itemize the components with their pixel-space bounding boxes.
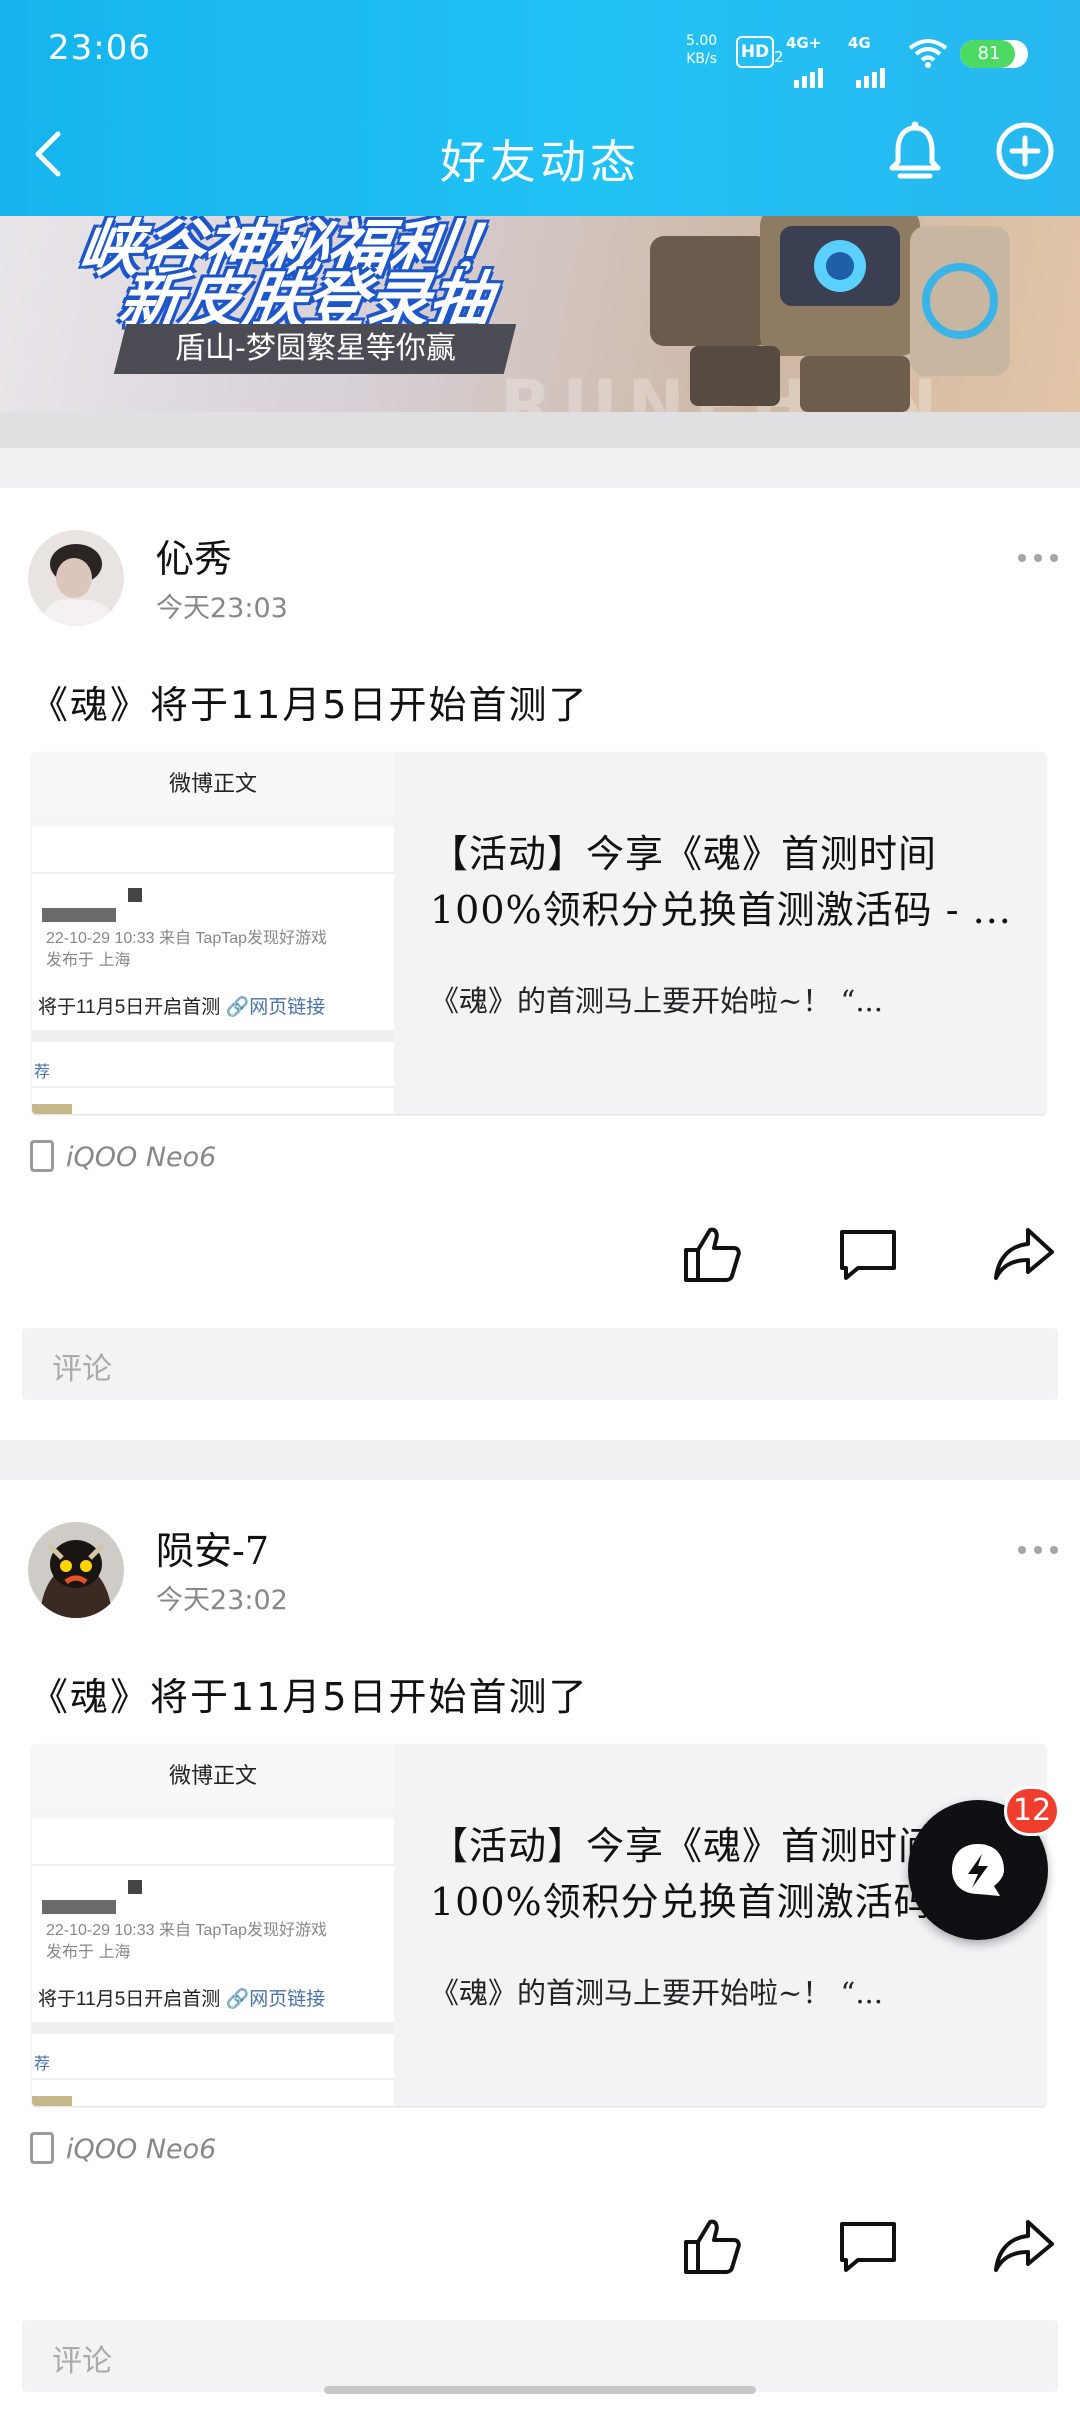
feed-post: 伈秀 今天23:03 《魂》将于11月5日开始首测了 微博正文 22-10-29… [0,488,1080,1440]
more-icon[interactable] [1018,1540,1066,1560]
link-card-title-line2: 100%领积分兑换首测激活码 - ... [430,888,1012,932]
share-icon[interactable] [992,1222,1056,1286]
device-name: iQOO Neo6 [66,2134,217,2165]
hd-voice-icon: HD [736,36,774,68]
post-time: 今天23:03 [156,593,288,624]
device-icon [30,1140,54,1172]
thumb-body-text: 将于11月5日开启首测 [38,1989,221,2010]
thumb-link: 🔗网页链接 [225,1989,326,2010]
device-label: iQOO Neo6 [30,1140,216,1173]
thumb-link-text: 网页链接 [249,1989,326,2010]
post-text: 《魂》将于11月5日开始首测了 [30,1675,589,1719]
signal-4g-plus-label: 4G+ [786,34,822,52]
banner-hero-image [650,216,1010,412]
thumb-more: 荐 [34,1064,51,1081]
plus-circle-icon[interactable] [990,116,1060,186]
signal-4g-plus-icon: 4G+ [786,34,823,88]
comment-input[interactable]: 评论 [22,2320,1058,2392]
hd-sub-label: 2 [774,48,784,66]
link-card-title-line1: 【活动】今享《魂》首测时间 [430,832,938,876]
link-card-thumbnail: 微博正文 22-10-29 10:33 来自 TapTap发现好游戏 发布于 上… [32,752,394,1114]
promo-banner[interactable]: RUNEHAN 峡谷神秘福利！ 新皮肤登录抽 盾山-梦圆繁星等你赢 [0,216,1080,412]
thumb-body: 将于11月5日开启首测 🔗网页链接 [38,1984,325,2011]
link-card-description: 《魂》的首测马上要开始啦~！ “... [430,984,883,1018]
avatar[interactable] [28,1522,124,1618]
status-bar: 23:06 5.00 KB/s HD 2 4G+ 4G 81 [0,0,1080,100]
signal-4g-icon: 4G [848,34,885,88]
feed-post: 陨安-7 今天23:02 《魂》将于11月5日开始首测了 微博正文 22-10-… [0,1480,1080,2432]
notification-badge: 12 [1004,1786,1061,1836]
network-speed-unit: KB/s [686,51,717,67]
thumb-meta-location: 发布于 上海 [46,1944,131,1961]
app-header: 23:06 5.00 KB/s HD 2 4G+ 4G 81 好友动态 [0,0,1080,216]
banner-pill: 盾山-梦圆繁星等你赢 [113,324,517,374]
nav-bar: 好友动态 [0,100,1080,216]
wifi-icon [908,39,948,68]
battery-percent: 81 [977,43,1001,64]
comment-icon[interactable] [836,2214,900,2278]
post-text: 《魂》将于11月5日开始首测了 [30,683,589,727]
device-icon [30,2132,54,2164]
comment-placeholder: 评论 [52,1352,112,1387]
link-card-title: 【活动】今享《魂》首测时间 100%领积分兑换首测激活码 - ... [430,826,1030,938]
link-card[interactable]: 微博正文 22-10-29 10:33 来自 TapTap发现好游戏 发布于 上… [32,1744,1046,2106]
comment-input[interactable]: 评论 [22,1328,1058,1400]
thumb-body: 将于11月5日开启首测 🔗网页链接 [38,992,325,1019]
like-icon[interactable] [680,1222,744,1286]
thumb-header: 微博正文 [32,1744,394,1808]
link-card[interactable]: 微博正文 22-10-29 10:33 来自 TapTap发现好游戏 发布于 上… [32,752,1046,1114]
more-icon[interactable] [1018,548,1066,568]
banner-divider [0,412,1080,448]
avatar[interactable] [28,530,124,626]
status-time: 23:06 [48,28,151,68]
thumb-meta-location: 发布于 上海 [46,952,131,969]
banner-pill-text: 盾山-梦圆繁星等你赢 [174,331,456,366]
like-icon[interactable] [680,2214,744,2278]
device-label: iQOO Neo6 [30,2132,216,2165]
home-indicator[interactable] [324,2386,756,2394]
bell-icon[interactable] [880,116,950,186]
thumb-body-text: 将于11月5日开启首测 [38,997,221,1018]
battery-icon: 81 [960,40,1028,68]
username[interactable]: 伈秀 [156,528,232,583]
comment-icon[interactable] [836,1222,900,1286]
share-icon[interactable] [992,2214,1056,2278]
thumb-meta-time: 22-10-29 10:33 来自 TapTap发现好游戏 [46,1922,328,1939]
device-name: iQOO Neo6 [66,1142,217,1173]
hd-label: HD [740,42,770,62]
username[interactable]: 陨安-7 [156,1520,269,1575]
thumb-more: 荐 [34,2056,51,2073]
network-speed: 5.00 KB/s [686,32,717,68]
network-speed-value: 5.00 [686,33,718,49]
post-time: 今天23:02 [156,1585,288,1616]
comment-placeholder: 评论 [52,2344,112,2379]
thumb-header: 微博正文 [32,752,394,816]
thumb-link-text: 网页链接 [249,997,326,1018]
thumb-meta-time: 22-10-29 10:33 来自 TapTap发现好游戏 [46,930,328,947]
signal-4g-label: 4G [848,34,871,52]
thumb-link: 🔗网页链接 [225,997,326,1018]
link-card-description: 《魂》的首测马上要开始啦~！ “... [430,1976,883,2010]
link-card-thumbnail: 微博正文 22-10-29 10:33 来自 TapTap发现好游戏 发布于 上… [32,1744,394,2106]
